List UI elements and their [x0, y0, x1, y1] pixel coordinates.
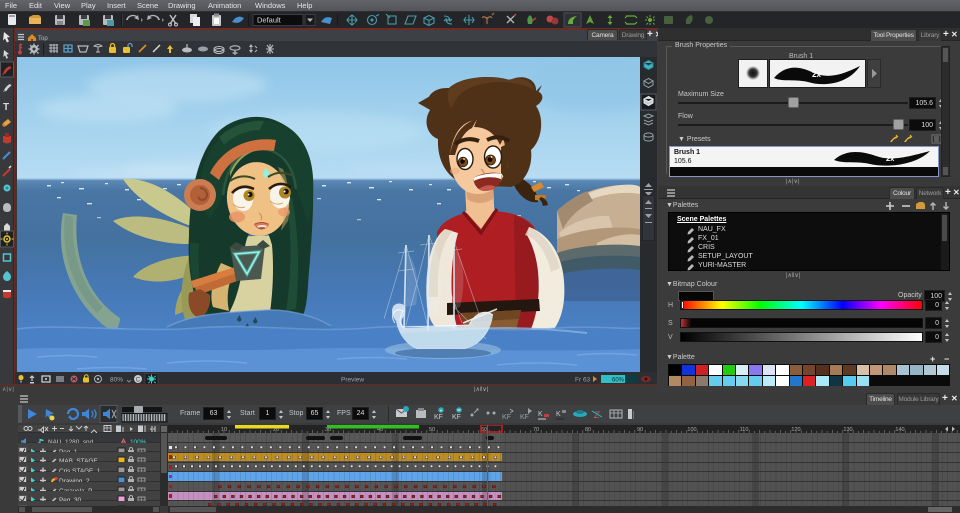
svg-text:Preview: Preview: [341, 377, 364, 384]
svg-text:KF: KF: [434, 414, 443, 421]
svg-text:KF: KF: [520, 414, 529, 421]
svg-text:2x: 2x: [812, 70, 821, 79]
svg-text:+: +: [440, 409, 443, 415]
svg-text:T: T: [3, 102, 9, 113]
svg-text:KF: KF: [452, 414, 461, 421]
svg-text:C: C: [136, 377, 141, 383]
svg-text:2x: 2x: [886, 154, 895, 163]
svg-text:80%: 80%: [110, 377, 123, 384]
svg-text:Fr 63: Fr 63: [575, 377, 591, 384]
svg-text:KF: KF: [502, 414, 511, 421]
svg-text:60%: 60%: [612, 377, 625, 383]
svg-text:K: K: [556, 411, 561, 418]
svg-text:Default: Default: [257, 16, 282, 25]
svg-text:K: K: [538, 411, 543, 418]
